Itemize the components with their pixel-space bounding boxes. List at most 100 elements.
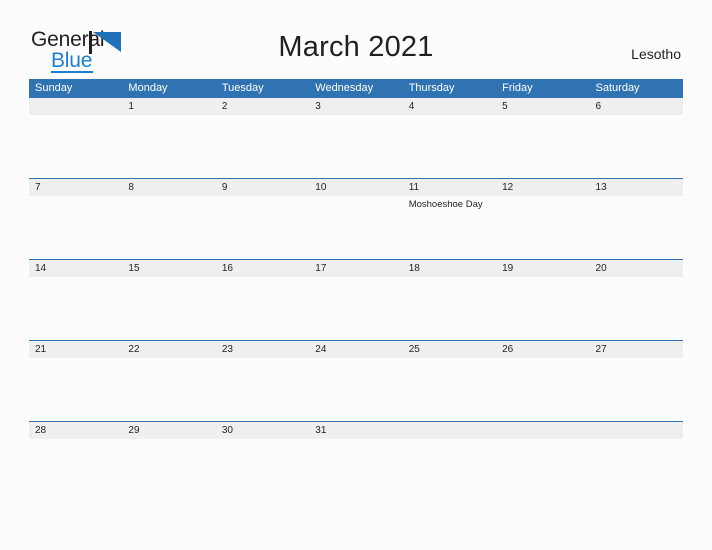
day-cell[interactable]: 16: [216, 260, 309, 277]
day-cell[interactable]: 11: [403, 179, 496, 196]
day-events[interactable]: [29, 439, 122, 503]
day-cell[interactable]: 18: [403, 260, 496, 277]
week-event-band: [29, 115, 683, 179]
day-events[interactable]: [216, 196, 309, 260]
day-cell[interactable]: 21: [29, 341, 122, 358]
day-cell[interactable]: 5: [496, 98, 589, 115]
day-events[interactable]: [590, 439, 683, 503]
page-header: General Blue March 2021 Lesotho: [0, 0, 712, 76]
day-events[interactable]: [590, 196, 683, 260]
day-events[interactable]: [29, 196, 122, 260]
day-cell[interactable]: 31: [309, 422, 402, 439]
day-number: 29: [128, 425, 140, 436]
day-number: 22: [128, 344, 140, 355]
day-number: 20: [595, 263, 607, 274]
day-events[interactable]: [496, 115, 589, 179]
day-events[interactable]: [309, 439, 402, 503]
calendar-week-row: 21 22 23 24 25 26 27: [29, 340, 683, 422]
day-cell[interactable]: 6: [590, 98, 683, 115]
day-number: 19: [502, 263, 514, 274]
calendar-week-row: 28 29 30 31: [29, 421, 683, 503]
day-events[interactable]: [496, 196, 589, 260]
day-cell[interactable]: 4: [403, 98, 496, 115]
day-number: 1: [128, 101, 134, 112]
day-cell[interactable]: 10: [309, 179, 402, 196]
day-number: 28: [35, 425, 47, 436]
day-events[interactable]: [216, 358, 309, 422]
day-events[interactable]: [309, 358, 402, 422]
day-cell[interactable]: 28: [29, 422, 122, 439]
day-events[interactable]: [403, 277, 496, 341]
weekday-header-sunday: Sunday: [35, 82, 73, 94]
day-cell[interactable]: [29, 98, 122, 115]
day-number: 26: [502, 344, 514, 355]
day-events[interactable]: [590, 277, 683, 341]
day-events[interactable]: [122, 358, 215, 422]
day-cell[interactable]: 20: [590, 260, 683, 277]
calendar-week-row: 14 15 16 17 18 19 20: [29, 259, 683, 341]
day-cell[interactable]: 29: [122, 422, 215, 439]
day-events[interactable]: [122, 439, 215, 503]
day-cell[interactable]: 7: [29, 179, 122, 196]
day-events[interactable]: Moshoeshoe Day: [403, 196, 496, 260]
day-cell[interactable]: 22: [122, 341, 215, 358]
day-cell[interactable]: 24: [309, 341, 402, 358]
day-events[interactable]: [216, 115, 309, 179]
day-events[interactable]: [496, 277, 589, 341]
day-events[interactable]: [122, 115, 215, 179]
day-events[interactable]: [403, 439, 496, 503]
day-cell[interactable]: 13: [590, 179, 683, 196]
week-date-band: 14 15 16 17 18 19 20: [29, 259, 683, 277]
day-events[interactable]: [309, 277, 402, 341]
day-cell[interactable]: 17: [309, 260, 402, 277]
day-number: 9: [221, 182, 228, 193]
day-events[interactable]: [403, 115, 496, 179]
day-cell[interactable]: 12: [496, 179, 589, 196]
day-cell[interactable]: 14: [29, 260, 122, 277]
day-cell[interactable]: 2: [216, 98, 309, 115]
calendar-page: General Blue March 2021 Lesotho Sunday M…: [0, 0, 712, 550]
day-cell[interactable]: 8: [122, 179, 215, 196]
day-cell[interactable]: 30: [216, 422, 309, 439]
day-number: 4: [408, 101, 415, 112]
day-cell[interactable]: [496, 422, 589, 439]
day-events[interactable]: [309, 196, 402, 260]
day-number: 18: [408, 263, 420, 274]
day-cell[interactable]: 3: [309, 98, 402, 115]
day-events[interactable]: [403, 358, 496, 422]
day-number: 12: [502, 182, 514, 193]
day-events[interactable]: [216, 277, 309, 341]
day-cell[interactable]: [590, 422, 683, 439]
week-date-band: 7 8 9 10 11 12 13: [29, 178, 683, 196]
day-events[interactable]: [29, 358, 122, 422]
day-cell[interactable]: 1: [122, 98, 215, 115]
day-events[interactable]: [590, 115, 683, 179]
day-number: 3: [315, 101, 321, 112]
week-event-band: [29, 358, 683, 422]
day-number: 30: [221, 425, 233, 436]
day-events[interactable]: [590, 358, 683, 422]
day-cell[interactable]: 23: [216, 341, 309, 358]
weekday-header-wednesday: Wednesday: [315, 82, 374, 94]
day-cell[interactable]: 19: [496, 260, 589, 277]
calendar-week-row: 1 2 3 4 5 6: [29, 97, 683, 179]
day-cell[interactable]: [403, 422, 496, 439]
day-events[interactable]: [496, 439, 589, 503]
day-cell[interactable]: 25: [403, 341, 496, 358]
day-events[interactable]: [122, 196, 215, 260]
day-number: 7: [35, 182, 41, 193]
day-cell[interactable]: 15: [122, 260, 215, 277]
day-events[interactable]: [29, 115, 122, 179]
day-number: 13: [595, 182, 607, 193]
day-events[interactable]: [122, 277, 215, 341]
day-cell[interactable]: 27: [590, 341, 683, 358]
day-cell[interactable]: 9: [216, 179, 309, 196]
day-events[interactable]: [29, 277, 122, 341]
event-label: Moshoeshoe Day: [408, 199, 483, 210]
week-event-band: [29, 439, 683, 503]
day-events[interactable]: [216, 439, 309, 503]
day-events[interactable]: [309, 115, 402, 179]
day-events[interactable]: [496, 358, 589, 422]
day-number: 25: [408, 344, 420, 355]
day-cell[interactable]: 26: [496, 341, 589, 358]
